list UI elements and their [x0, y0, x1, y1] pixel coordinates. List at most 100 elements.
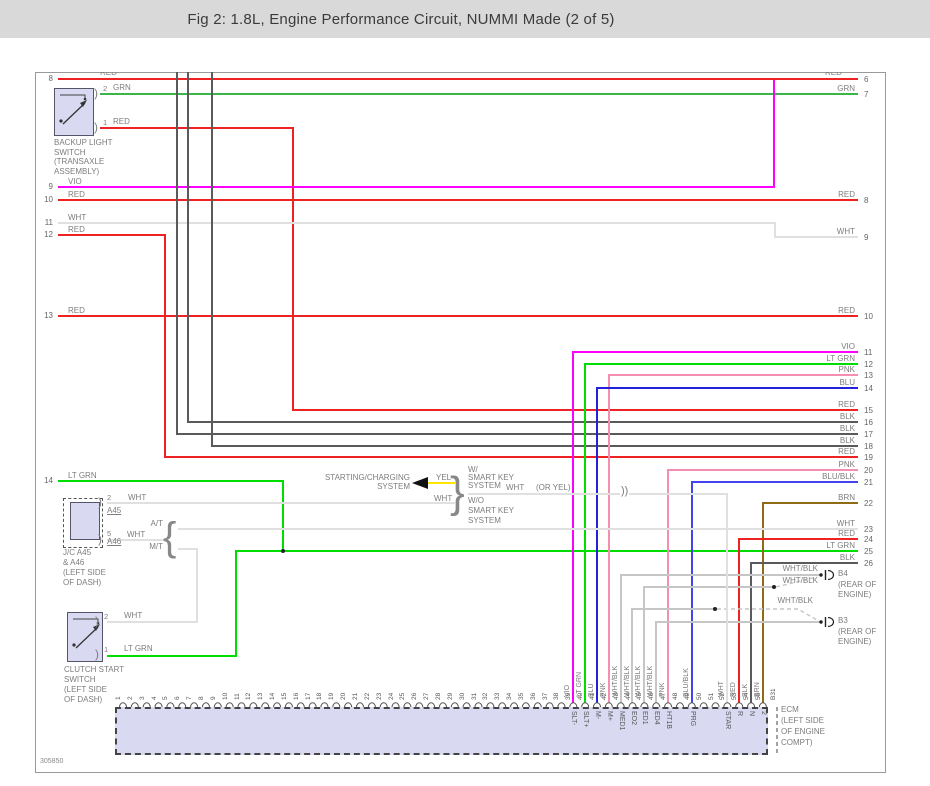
diagram-code: 305850 [40, 758, 64, 765]
right-pin-number: 8 [864, 196, 869, 205]
wire-label: 2 [103, 84, 108, 93]
ecm-wire-color-label: WHT/BLK [611, 665, 619, 697]
right-pin-number: 24 [864, 535, 873, 544]
right-pin-number: 23 [864, 525, 873, 534]
wire-label: WHT/BLK [782, 564, 818, 573]
wire-label: ) [94, 86, 98, 100]
wire-label: W/O [468, 496, 484, 505]
wire-label: LT GRN [68, 471, 97, 480]
ecm-pin-number: 34 [506, 692, 514, 700]
ecm-wire-color-label: BLK [742, 683, 750, 697]
ecm-wire-color-label: BRN [753, 682, 761, 697]
wire-label: OF DASH) [63, 578, 102, 587]
wire-label: SWITCH [54, 147, 86, 157]
right-pin-number: 11 [864, 348, 873, 357]
wire-label: RED [838, 306, 855, 315]
right-pin-number: 26 [864, 559, 873, 568]
wire-label: GRN [837, 84, 855, 93]
left-pin-number: 10 [44, 195, 53, 204]
wire-label: SYSTEM [377, 482, 410, 491]
ecm-wire-color-label: RED [730, 682, 738, 697]
wire-label: B3 [838, 616, 848, 625]
right-pin-number: 14 [864, 384, 873, 393]
wire-label: (REAR OF [838, 627, 877, 636]
ecm-pin-function-label: ED1 [641, 711, 649, 725]
ecm-wire-color-label: WHT [718, 681, 726, 697]
ecm-pin-number: 4 [150, 696, 158, 700]
wire-label: { [163, 515, 177, 559]
wire-label: BLK [839, 436, 855, 445]
right-pin-number: 16 [864, 418, 873, 427]
wire-label: RED [838, 190, 855, 199]
wire-label: SMART KEY [468, 506, 514, 515]
ecm-pin-number: 29 [446, 692, 454, 700]
right-pin-number: 15 [864, 406, 873, 415]
right-pin-number: 10 [864, 312, 873, 321]
left-pin-number: 9 [48, 182, 53, 191]
wire-label: ) [94, 120, 98, 134]
wire-label: (REAR OF [838, 580, 877, 589]
right-pin-number: 25 [864, 547, 873, 556]
wire-label: BLK [839, 553, 855, 562]
wire-label: CLUTCH START [64, 665, 125, 674]
right-pin-number: 6 [864, 75, 869, 84]
ecm-pin-function-label: MED1 [617, 711, 625, 731]
wire-label: LT GRN [826, 354, 855, 363]
right-pin-number: 17 [864, 430, 873, 439]
wire-label: J/C A45 [63, 548, 92, 557]
wire-label: BRN [838, 493, 855, 502]
ecm-pin-function-label: EO2 [629, 711, 637, 726]
wire-label: VIO [68, 177, 82, 186]
wire-label: A45 [107, 506, 122, 515]
ecm-pin-number: 38 [553, 692, 561, 700]
ecm-pin-function-label: SLT- [570, 711, 578, 726]
ecm-pin-number: 20 [340, 692, 348, 700]
backup-light-switch-box [54, 88, 94, 136]
ecm-pin-function-label: M+ [605, 711, 613, 721]
ecm-pin-number: 6 [174, 696, 182, 700]
wire-label: WHT [506, 483, 525, 492]
wire-label: SYSTEM [468, 516, 501, 525]
wire-label: GRN [113, 83, 131, 92]
wire-label: WHT/BLK [777, 596, 813, 605]
ecm-pin-number: 31 [470, 692, 478, 700]
wire-label: ASSEMBLY) [54, 166, 100, 176]
left-pin-number: 14 [44, 476, 53, 485]
wire-label: RED [838, 447, 855, 456]
wire-label: WHT [128, 493, 147, 502]
ecm-wire-color-label: BLU/BLK [682, 668, 690, 697]
ecm-wire-color-label: PNK [659, 682, 667, 697]
ecm-pin-number: 1 [115, 696, 122, 700]
wire-label: (TRANSAXLE [54, 157, 105, 166]
right-pin-number: 21 [864, 478, 873, 487]
ecm-pin-number: 5 [162, 696, 170, 700]
wire-label: LT GRN [826, 541, 855, 550]
wire-label: 2 [107, 493, 112, 502]
ecm-pin-function-label: 2 [759, 711, 767, 715]
wire-label: )) [620, 485, 630, 498]
wire-label: (LEFT SIDE [781, 716, 824, 725]
ecm-pin-number: 23 [375, 692, 383, 700]
wire-label: WHT [124, 611, 143, 620]
ecm-pin-number: 14 [269, 692, 277, 700]
wire-label: VIO [841, 342, 855, 351]
wire-label: ECM [781, 705, 799, 714]
ecm-pin-number: 7 [186, 696, 194, 700]
wire-label: RED [68, 306, 85, 315]
ecm-pin-function-label: N [748, 711, 756, 717]
ecm-pin-number: 11 [233, 693, 241, 700]
ecm-pin-function-label: HT1B [665, 711, 673, 729]
ecm-pin-number: 36 [529, 692, 537, 700]
ecm-pin-number: 2 [126, 696, 134, 700]
wire-label: A/T [150, 519, 163, 528]
wire-label: RED [838, 400, 855, 409]
ecm-pin-number: 27 [423, 692, 431, 700]
wire-label: LT GRN [124, 644, 153, 653]
wire-label: PNK [838, 365, 855, 374]
wire-label: OF ENGINE [781, 727, 826, 736]
left-pin-number: 8 [48, 74, 53, 83]
wire-label: 2 [104, 612, 109, 621]
wire-label: WHT [836, 519, 855, 528]
wire-label: RED [68, 190, 85, 199]
ecm-pin-number: 51 [707, 692, 715, 700]
